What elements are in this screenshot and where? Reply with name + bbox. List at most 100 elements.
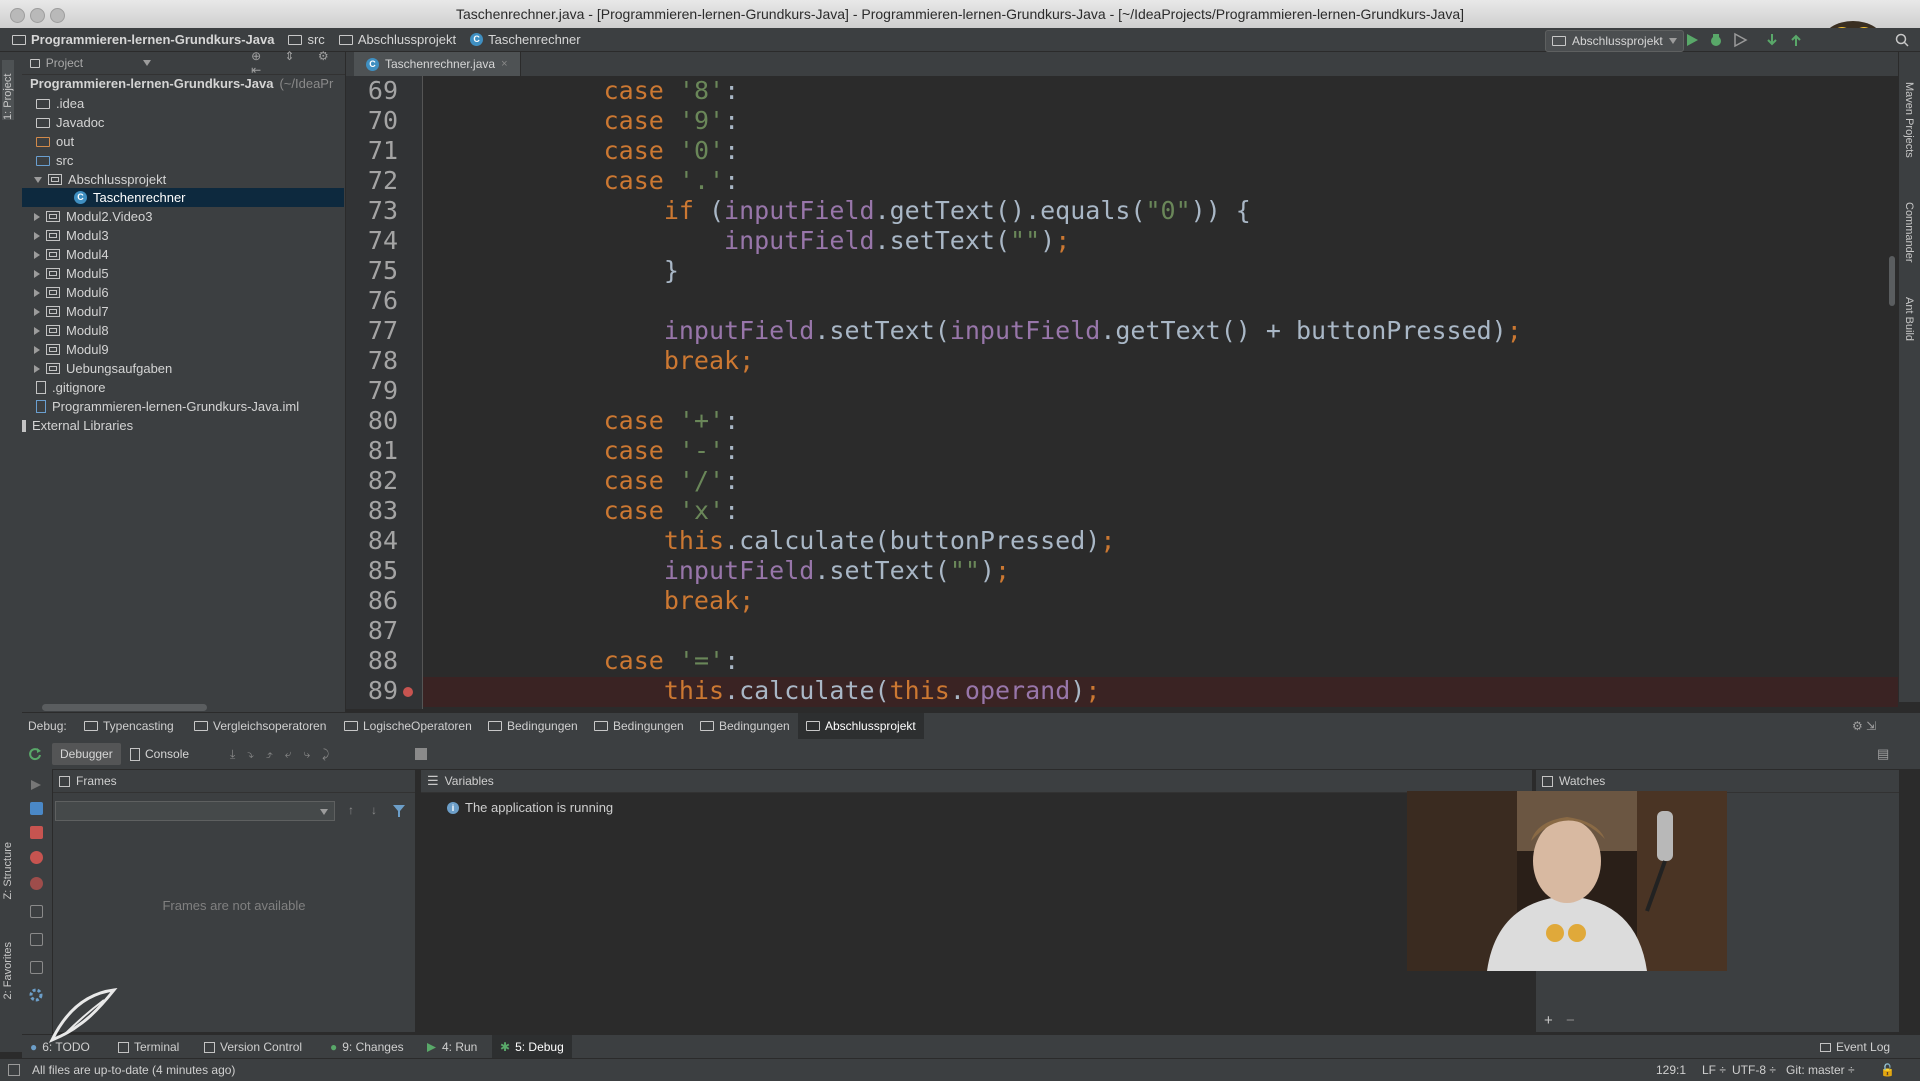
tree-item-modul2[interactable]: Modul2.Video3 [34,207,153,226]
tree-item-javadoc[interactable]: Javadoc [36,113,104,132]
chevron-right-icon[interactable] [34,288,40,297]
restore-layout-icon[interactable]: ▤ [1877,746,1889,762]
favorites-tool-tab[interactable]: 2: Favorites [2,942,14,999]
tree-item-taschenrechner[interactable]: C Taschenrechner [74,188,186,207]
tree-item-modul4[interactable]: Modul4 [34,245,109,264]
breadcrumb-project[interactable]: Programmieren-lernen-Grundkurs-Java [12,32,274,47]
tree-item-src[interactable]: src [36,151,73,170]
run-tab[interactable]: 4: Run [426,1035,477,1059]
debug-tab-abschlussprojekt[interactable]: Abschlussprojekt [798,713,924,739]
tree-item-modul3[interactable]: Modul3 [34,226,109,245]
thread-select[interactable] [55,801,335,821]
run-configuration-select[interactable]: Abschlussprojekt [1545,30,1684,52]
structure-tool-tab[interactable]: Z: Structure [2,842,14,899]
debug-tab[interactable]: ✱ 5: Debug [492,1035,572,1059]
breadcrumb-package[interactable]: Abschlussprojekt [338,32,456,47]
horizontal-scrollbar[interactable] [42,704,207,711]
tree-item-modul6[interactable]: Modul6 [34,283,109,302]
tree-item-modul9[interactable]: Modul9 [34,340,109,359]
code-editor[interactable]: case '8': case '9': case '0': case '.': … [423,76,1898,709]
breakpoint-icon[interactable] [403,687,413,697]
tree-item-out[interactable]: out [36,132,74,151]
tree-item-iml[interactable]: Programmieren-lernen-Grundkurs-Java.iml [36,397,299,416]
breadcrumb-src[interactable]: src [288,32,325,47]
event-log-tab[interactable]: Event Log [1820,1035,1890,1059]
chevron-right-icon[interactable] [34,345,40,354]
editor-tab-taschenrechner[interactable]: C Taschenrechner.java × [354,52,521,76]
run-icon[interactable] [1684,32,1700,48]
vertical-scrollbar[interactable] [1889,256,1895,306]
tree-item-modul7[interactable]: Modul7 [34,302,109,321]
package-icon [46,287,60,298]
editor-gutter[interactable]: 69 70 71 72 73 74 75 76 77 78 79 80 81 8… [346,76,423,709]
chevron-right-icon[interactable] [34,269,40,278]
source-folder-icon [36,155,50,166]
filter-icon[interactable] [393,805,405,817]
code-line: } [423,256,679,285]
terminal-tab[interactable]: Terminal [118,1035,179,1059]
tree-item-modul5[interactable]: Modul5 [34,264,109,283]
frame-up-icon[interactable]: ↑ [348,803,354,817]
tree-item-abschlussprojekt[interactable]: Abschlussprojekt [34,170,166,189]
tree-item-idea[interactable]: .idea [36,94,84,113]
debug-tab-vergleichsoperatoren[interactable]: Vergleichsoperatoren [194,713,326,739]
debugger-button[interactable]: Debugger [52,743,121,765]
panel-toolbar-icons[interactable]: ⊕ ⇕ ⚙ ⇤ [251,49,345,77]
tool-window-toggle-icon[interactable] [8,1064,20,1076]
restore-layout-icon[interactable] [30,933,43,946]
tree-item-external-libraries[interactable]: External Libraries [22,416,133,435]
evaluate-icon[interactable] [415,748,427,760]
pause-icon[interactable] [30,802,43,815]
project-tool-tab[interactable]: 1: Project [2,60,14,120]
search-icon[interactable] [1894,32,1910,48]
mute-breakpoints-icon[interactable] [30,877,43,890]
ant-build-tab[interactable]: Ant Build [1903,297,1915,341]
debug-tab-bedingungen-1[interactable]: Bedingungen [488,713,578,739]
chevron-right-icon[interactable] [34,364,40,373]
tree-item-uebungsaufgaben[interactable]: Uebungsaufgaben [34,359,172,378]
debug-settings-icon[interactable]: ⚙ ⇲ [1852,713,1876,739]
breadcrumb-class[interactable]: C Taschenrechner [470,32,581,47]
project-view-select[interactable]: Project [46,56,83,70]
tree-item-gitignore[interactable]: .gitignore [36,378,105,397]
step-controls-icons[interactable]: ⤓⤵⤴⤶⤷⤸ [222,743,349,765]
tree-item-modul8[interactable]: Modul8 [34,321,109,340]
commander-tab[interactable]: Commander [1903,202,1915,263]
debug-tab-bedingungen-2[interactable]: Bedingungen [594,713,684,739]
frame-down-icon[interactable]: ↓ [371,803,377,817]
caret-position[interactable]: 129:1 [1656,1063,1686,1077]
vcs-update-icon[interactable] [1764,32,1780,48]
vcs-commit-icon[interactable] [1788,32,1804,48]
chevron-right-icon[interactable] [34,231,40,240]
chevron-right-icon[interactable] [34,307,40,316]
coverage-icon[interactable] [1732,32,1748,48]
chevron-down-icon[interactable] [34,176,42,183]
maven-projects-tab[interactable]: Maven Projects [1903,82,1915,158]
chevron-right-icon[interactable] [34,212,40,221]
debug-tab-logischeoperatoren[interactable]: LogischeOperatoren [344,713,472,739]
get-thread-dump-icon[interactable] [30,905,43,918]
resume-icon[interactable] [30,779,42,791]
lock-icon[interactable]: 🔓 [1880,1063,1895,1077]
debug-tab-bedingungen-3[interactable]: Bedingungen [700,713,790,739]
chevron-right-icon[interactable] [34,326,40,335]
view-breakpoints-icon[interactable] [30,851,43,864]
rerun-icon[interactable] [28,747,42,761]
console-button[interactable]: Console [122,743,197,765]
tree-item-root[interactable]: Programmieren-lernen-Grundkurs-Java (~/Id… [30,74,333,93]
chevron-right-icon[interactable] [34,250,40,259]
file-encoding[interactable]: UTF-8 ÷ [1732,1063,1776,1077]
debug-tab-typencasting[interactable]: Typencasting [84,713,174,739]
gear-icon[interactable] [28,987,44,1003]
remove-watch-button[interactable]: − [1566,1012,1575,1029]
debug-icon[interactable] [1708,32,1724,48]
changes-tab[interactable]: ● 9: Changes [330,1035,404,1059]
version-control-tab[interactable]: Version Control [204,1035,302,1059]
chevron-down-icon[interactable] [143,60,152,66]
line-separator[interactable]: LF ÷ [1702,1063,1726,1077]
close-tab-icon[interactable]: × [501,58,507,70]
stop-icon[interactable] [30,826,43,839]
add-watch-button[interactable]: + [1544,1012,1553,1029]
git-branch[interactable]: Git: master ÷ [1786,1063,1855,1077]
settings-icon[interactable] [30,961,43,974]
